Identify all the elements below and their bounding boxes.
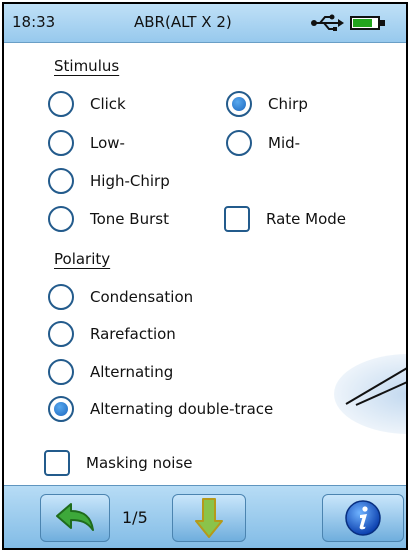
battery-icon: [350, 16, 380, 30]
option-label: Tone Burst: [90, 210, 169, 228]
option-label: Mid-: [268, 134, 301, 152]
option-label: Rarefaction: [90, 325, 176, 343]
usb-icon: [311, 14, 344, 31]
bottom-toolbar: 1/5: [4, 485, 406, 548]
option-label: Chirp: [268, 95, 308, 113]
option-label: Masking noise: [86, 454, 193, 472]
battery-tip: [380, 20, 385, 26]
back-button[interactable]: [40, 494, 110, 542]
radio-alternating[interactable]: [48, 359, 74, 385]
radio-chirp[interactable]: [226, 91, 252, 117]
stimulus-heading: Stimulus: [54, 57, 120, 75]
down-arrow-icon: [195, 498, 223, 538]
stimulus-option-low[interactable]: Low-: [48, 128, 125, 158]
battery-level: [353, 19, 372, 27]
test-title: ABR(ALT X 2): [134, 13, 232, 31]
polarity-option-alternating[interactable]: Alternating: [48, 357, 173, 387]
option-label: Click: [90, 95, 126, 113]
stimulus-option-click[interactable]: Click: [48, 89, 126, 119]
next-button[interactable]: [172, 494, 246, 542]
polarity-heading: Polarity: [54, 250, 111, 268]
radio-click[interactable]: [48, 91, 74, 117]
info-button[interactable]: [322, 494, 404, 542]
masking-noise-checkbox[interactable]: [44, 450, 70, 476]
stimulus-option-mid[interactable]: Mid-: [226, 128, 300, 158]
masking-noise-row[interactable]: Masking noise: [44, 448, 193, 478]
status-time: 18:33: [12, 13, 56, 31]
status-bar: 18:33 ABR(ALT X 2): [4, 4, 406, 43]
pointer-lines: [345, 367, 406, 406]
rate-mode-checkbox[interactable]: [224, 206, 250, 232]
option-label: Alternating: [90, 363, 174, 381]
radio-low[interactable]: [48, 130, 74, 156]
stimulus-option-chirp[interactable]: Chirp: [226, 89, 308, 119]
page-indicator: 1/5: [122, 508, 148, 527]
polarity-option-rarefaction[interactable]: Rarefaction: [48, 319, 176, 349]
polarity-option-alternating-double-trace[interactable]: Alternating double-trace: [48, 394, 273, 424]
info-icon: [345, 500, 381, 536]
stimulus-option-tone-burst[interactable]: Tone Burst: [48, 204, 169, 234]
radio-tone-burst[interactable]: [48, 206, 74, 232]
radio-high-chirp[interactable]: [48, 168, 74, 194]
device-screen: 18:33 ABR(ALT X 2) Stimulus Click Chirp …: [2, 2, 408, 550]
radio-alternating-double-trace[interactable]: [48, 396, 74, 422]
option-label: Low-: [90, 134, 125, 152]
radio-condensation[interactable]: [48, 284, 74, 310]
stimulus-option-high-chirp[interactable]: High-Chirp: [48, 166, 170, 196]
radio-mid[interactable]: [226, 130, 252, 156]
back-arrow-icon: [56, 503, 94, 531]
polarity-option-condensation[interactable]: Condensation: [48, 282, 193, 312]
option-label: Alternating double-trace: [90, 400, 274, 418]
rate-mode-checkbox-row[interactable]: Rate Mode: [224, 204, 346, 234]
option-label: Condensation: [90, 288, 194, 306]
radio-rarefaction[interactable]: [48, 321, 74, 347]
option-label: Rate Mode: [266, 210, 347, 228]
option-label: High-Chirp: [90, 172, 170, 190]
